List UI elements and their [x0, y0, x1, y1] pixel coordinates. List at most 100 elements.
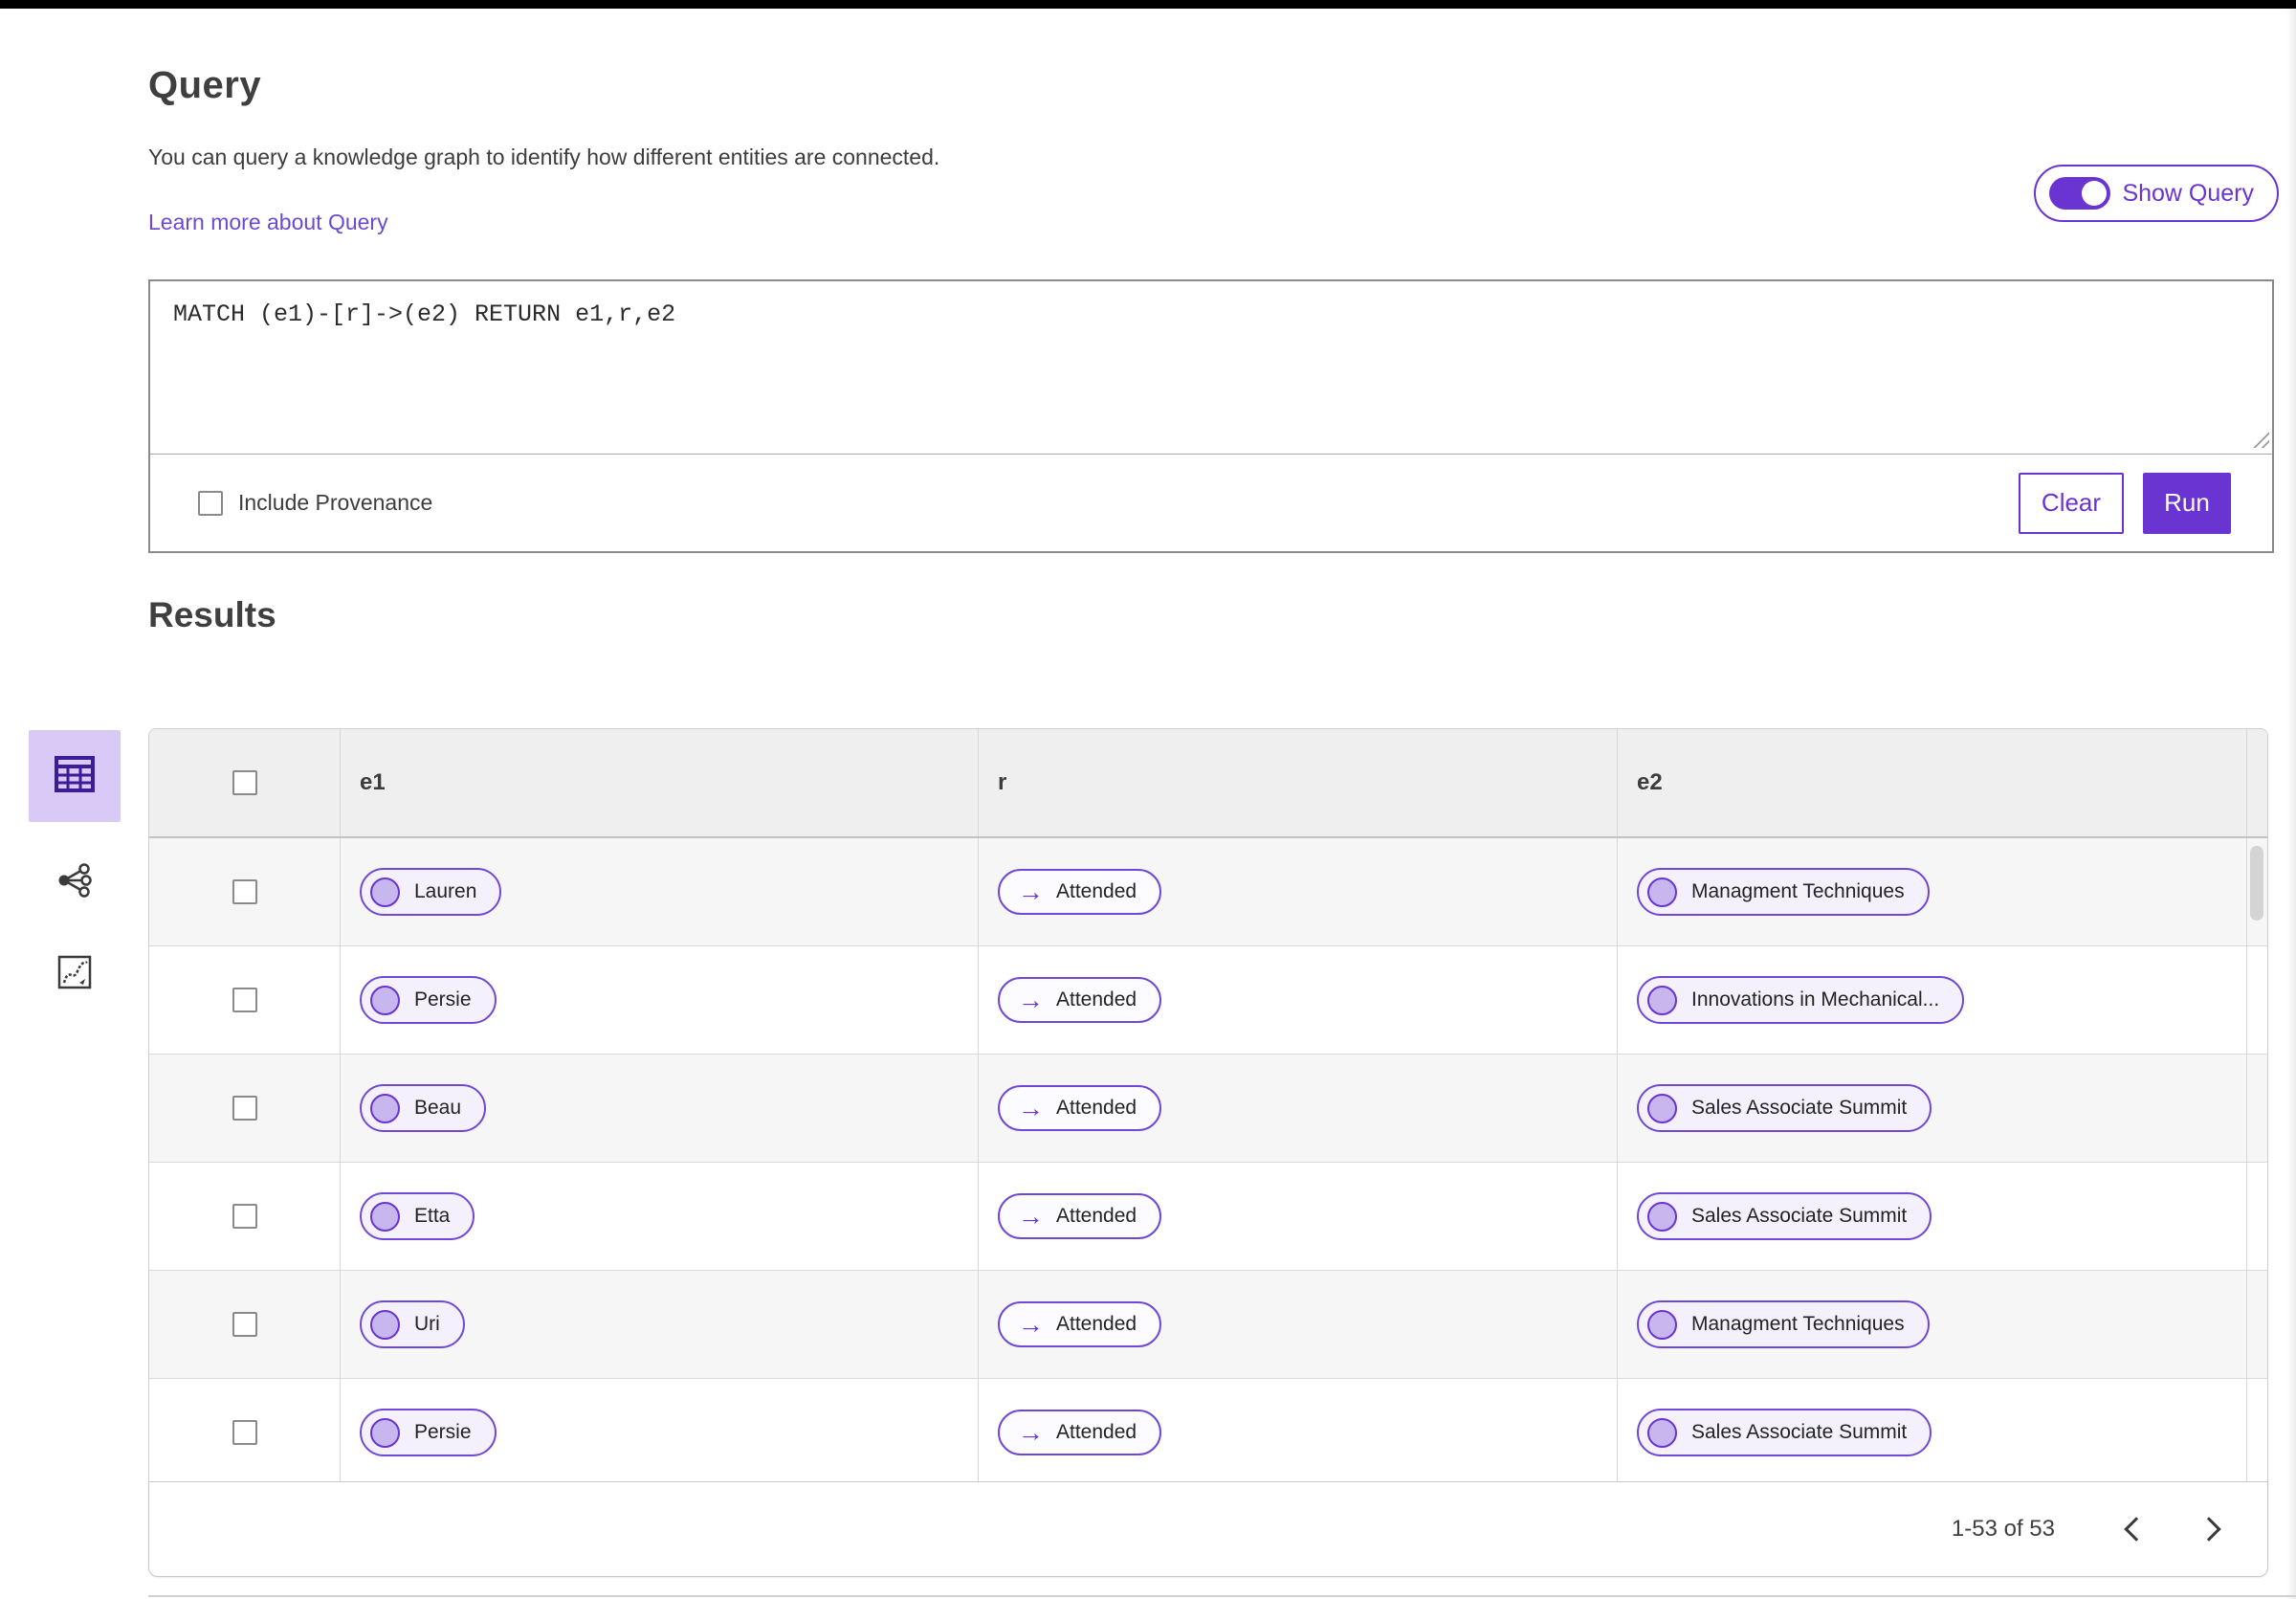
relation-label: Attended [1056, 1421, 1137, 1443]
row-checkbox[interactable] [232, 1204, 257, 1229]
entity-pill[interactable]: Etta [360, 1192, 475, 1240]
previous-page-button[interactable] [2105, 1500, 2162, 1558]
table-view-button[interactable] [29, 730, 121, 822]
chevron-left-icon [2124, 1517, 2149, 1542]
run-button[interactable]: Run [2143, 472, 2231, 534]
e1-cell: Persie [340, 946, 978, 1054]
entity-node-icon [370, 1309, 400, 1340]
relation-label: Attended [1056, 880, 1137, 902]
relation-pill[interactable]: → Attended [998, 1410, 1162, 1455]
show-query-toggle[interactable]: Show Query [2034, 165, 2279, 222]
entity-label: Managment Techniques [1691, 1313, 1905, 1335]
relation-pill[interactable]: → Attended [998, 1193, 1162, 1239]
chevron-right-icon [2197, 1517, 2221, 1542]
e2-cell: Sales Associate Summit [1617, 1379, 2246, 1486]
table-scrollbar-thumb[interactable] [2250, 846, 2263, 921]
row-scrollbar-cell [2246, 1271, 2267, 1378]
e2-cell: Sales Associate Summit [1617, 1163, 2246, 1270]
entity-label: Sales Associate Summit [1691, 1421, 1908, 1443]
select-all-checkbox[interactable] [232, 770, 257, 795]
row-checkbox[interactable] [232, 879, 257, 904]
row-checkbox-cell [149, 838, 340, 945]
row-checkbox-cell [149, 1379, 340, 1486]
row-checkbox[interactable] [232, 1096, 257, 1121]
entity-pill[interactable]: Managment Techniques [1637, 868, 1930, 916]
row-checkbox-cell [149, 1271, 340, 1378]
entity-pill[interactable]: Sales Associate Summit [1637, 1192, 1932, 1240]
row-scrollbar-cell [2246, 1055, 2267, 1162]
entity-label: Persie [414, 988, 472, 1010]
relation-pill[interactable]: → Attended [998, 977, 1162, 1023]
toggle-switch-icon[interactable] [2049, 177, 2111, 210]
learn-more-link[interactable]: Learn more about Query [148, 209, 388, 235]
query-page: Query Show Query You can query a knowled… [0, 9, 2296, 635]
column-header-e2: e2 [1617, 729, 2246, 836]
include-provenance-checkbox[interactable] [198, 490, 223, 516]
table-row: Etta → Attended Sales Associate Summit [149, 1163, 2267, 1271]
table-row: Beau → Attended Sales Associate Summit [149, 1055, 2267, 1163]
e1-cell: Etta [340, 1163, 978, 1270]
e2-cell: Sales Associate Summit [1617, 1055, 2246, 1162]
arrow-right-icon: → [1018, 1309, 1044, 1339]
header-scrollbar-cell [2246, 729, 2267, 836]
relation-pill[interactable]: → Attended [998, 1085, 1162, 1131]
section-divider-line [148, 1595, 2296, 1597]
entity-label: Persie [414, 1421, 472, 1443]
entity-pill[interactable]: Lauren [360, 868, 502, 916]
relation-cell: → Attended [978, 1379, 1617, 1486]
entity-pill[interactable]: Sales Associate Summit [1637, 1409, 1932, 1456]
e1-cell: Lauren [340, 838, 978, 945]
entity-label: Uri [414, 1313, 440, 1335]
relation-pill[interactable]: → Attended [998, 869, 1162, 915]
row-scrollbar-cell [2246, 1379, 2267, 1486]
next-page-button[interactable] [2183, 1500, 2241, 1558]
entity-node-icon [370, 1417, 400, 1448]
graph-view-button[interactable] [29, 851, 121, 914]
entity-label: Sales Associate Summit [1691, 1205, 1908, 1227]
table-row: Persie → Attended Sales Associate Summit [149, 1379, 2267, 1487]
chart-view-button[interactable] [29, 943, 121, 1006]
row-checkbox[interactable] [232, 988, 257, 1012]
query-box: MATCH (e1)-[r]->(e2) RETURN e1,r,e2 Incl… [148, 279, 2274, 553]
entity-label: Etta [414, 1205, 451, 1227]
entity-node-icon [1647, 877, 1677, 907]
entity-node-icon [370, 985, 400, 1015]
relation-label: Attended [1056, 1097, 1137, 1119]
clear-button[interactable]: Clear [2019, 472, 2124, 534]
entity-pill[interactable]: Persie [360, 976, 497, 1024]
entity-pill[interactable]: Sales Associate Summit [1637, 1084, 1932, 1132]
row-checkbox[interactable] [232, 1420, 257, 1445]
relation-pill[interactable]: → Attended [998, 1301, 1162, 1347]
graph-icon [56, 862, 93, 903]
row-scrollbar-cell [2246, 946, 2267, 1054]
entity-pill[interactable]: Beau [360, 1084, 487, 1132]
entity-pill[interactable]: Uri [360, 1300, 465, 1348]
arrow-right-icon: → [1018, 1417, 1044, 1447]
entity-pill[interactable]: Innovations in Mechanical... [1637, 976, 1965, 1024]
entity-node-icon [370, 1201, 400, 1232]
entity-label: Beau [414, 1097, 462, 1119]
page-title: Query [148, 64, 262, 106]
column-header-r: r [978, 729, 1617, 836]
table-row: Lauren → Attended Managment Techniques [149, 838, 2267, 946]
relation-cell: → Attended [978, 1055, 1617, 1162]
arrow-right-icon: → [1018, 1093, 1044, 1122]
top-black-bar [0, 0, 2296, 9]
entity-pill[interactable]: Managment Techniques [1637, 1300, 1930, 1348]
query-input[interactable]: MATCH (e1)-[r]->(e2) RETURN e1,r,e2 [150, 281, 2272, 454]
entity-node-icon [370, 1093, 400, 1123]
relation-cell: → Attended [978, 1163, 1617, 1270]
relation-label: Attended [1056, 988, 1137, 1010]
entity-label: Lauren [414, 880, 477, 902]
entity-pill[interactable]: Persie [360, 1409, 497, 1456]
relation-cell: → Attended [978, 946, 1617, 1054]
e2-cell: Innovations in Mechanical... [1617, 946, 2246, 1054]
entity-node-icon [1647, 1093, 1677, 1123]
header-checkbox-cell [149, 729, 340, 836]
relation-cell: → Attended [978, 1271, 1617, 1378]
e2-cell: Managment Techniques [1617, 838, 2246, 945]
arrow-right-icon: → [1018, 1201, 1044, 1231]
table-row: Uri → Attended Managment Techniques [149, 1271, 2267, 1379]
entity-node-icon [370, 877, 400, 907]
row-checkbox[interactable] [232, 1312, 257, 1337]
